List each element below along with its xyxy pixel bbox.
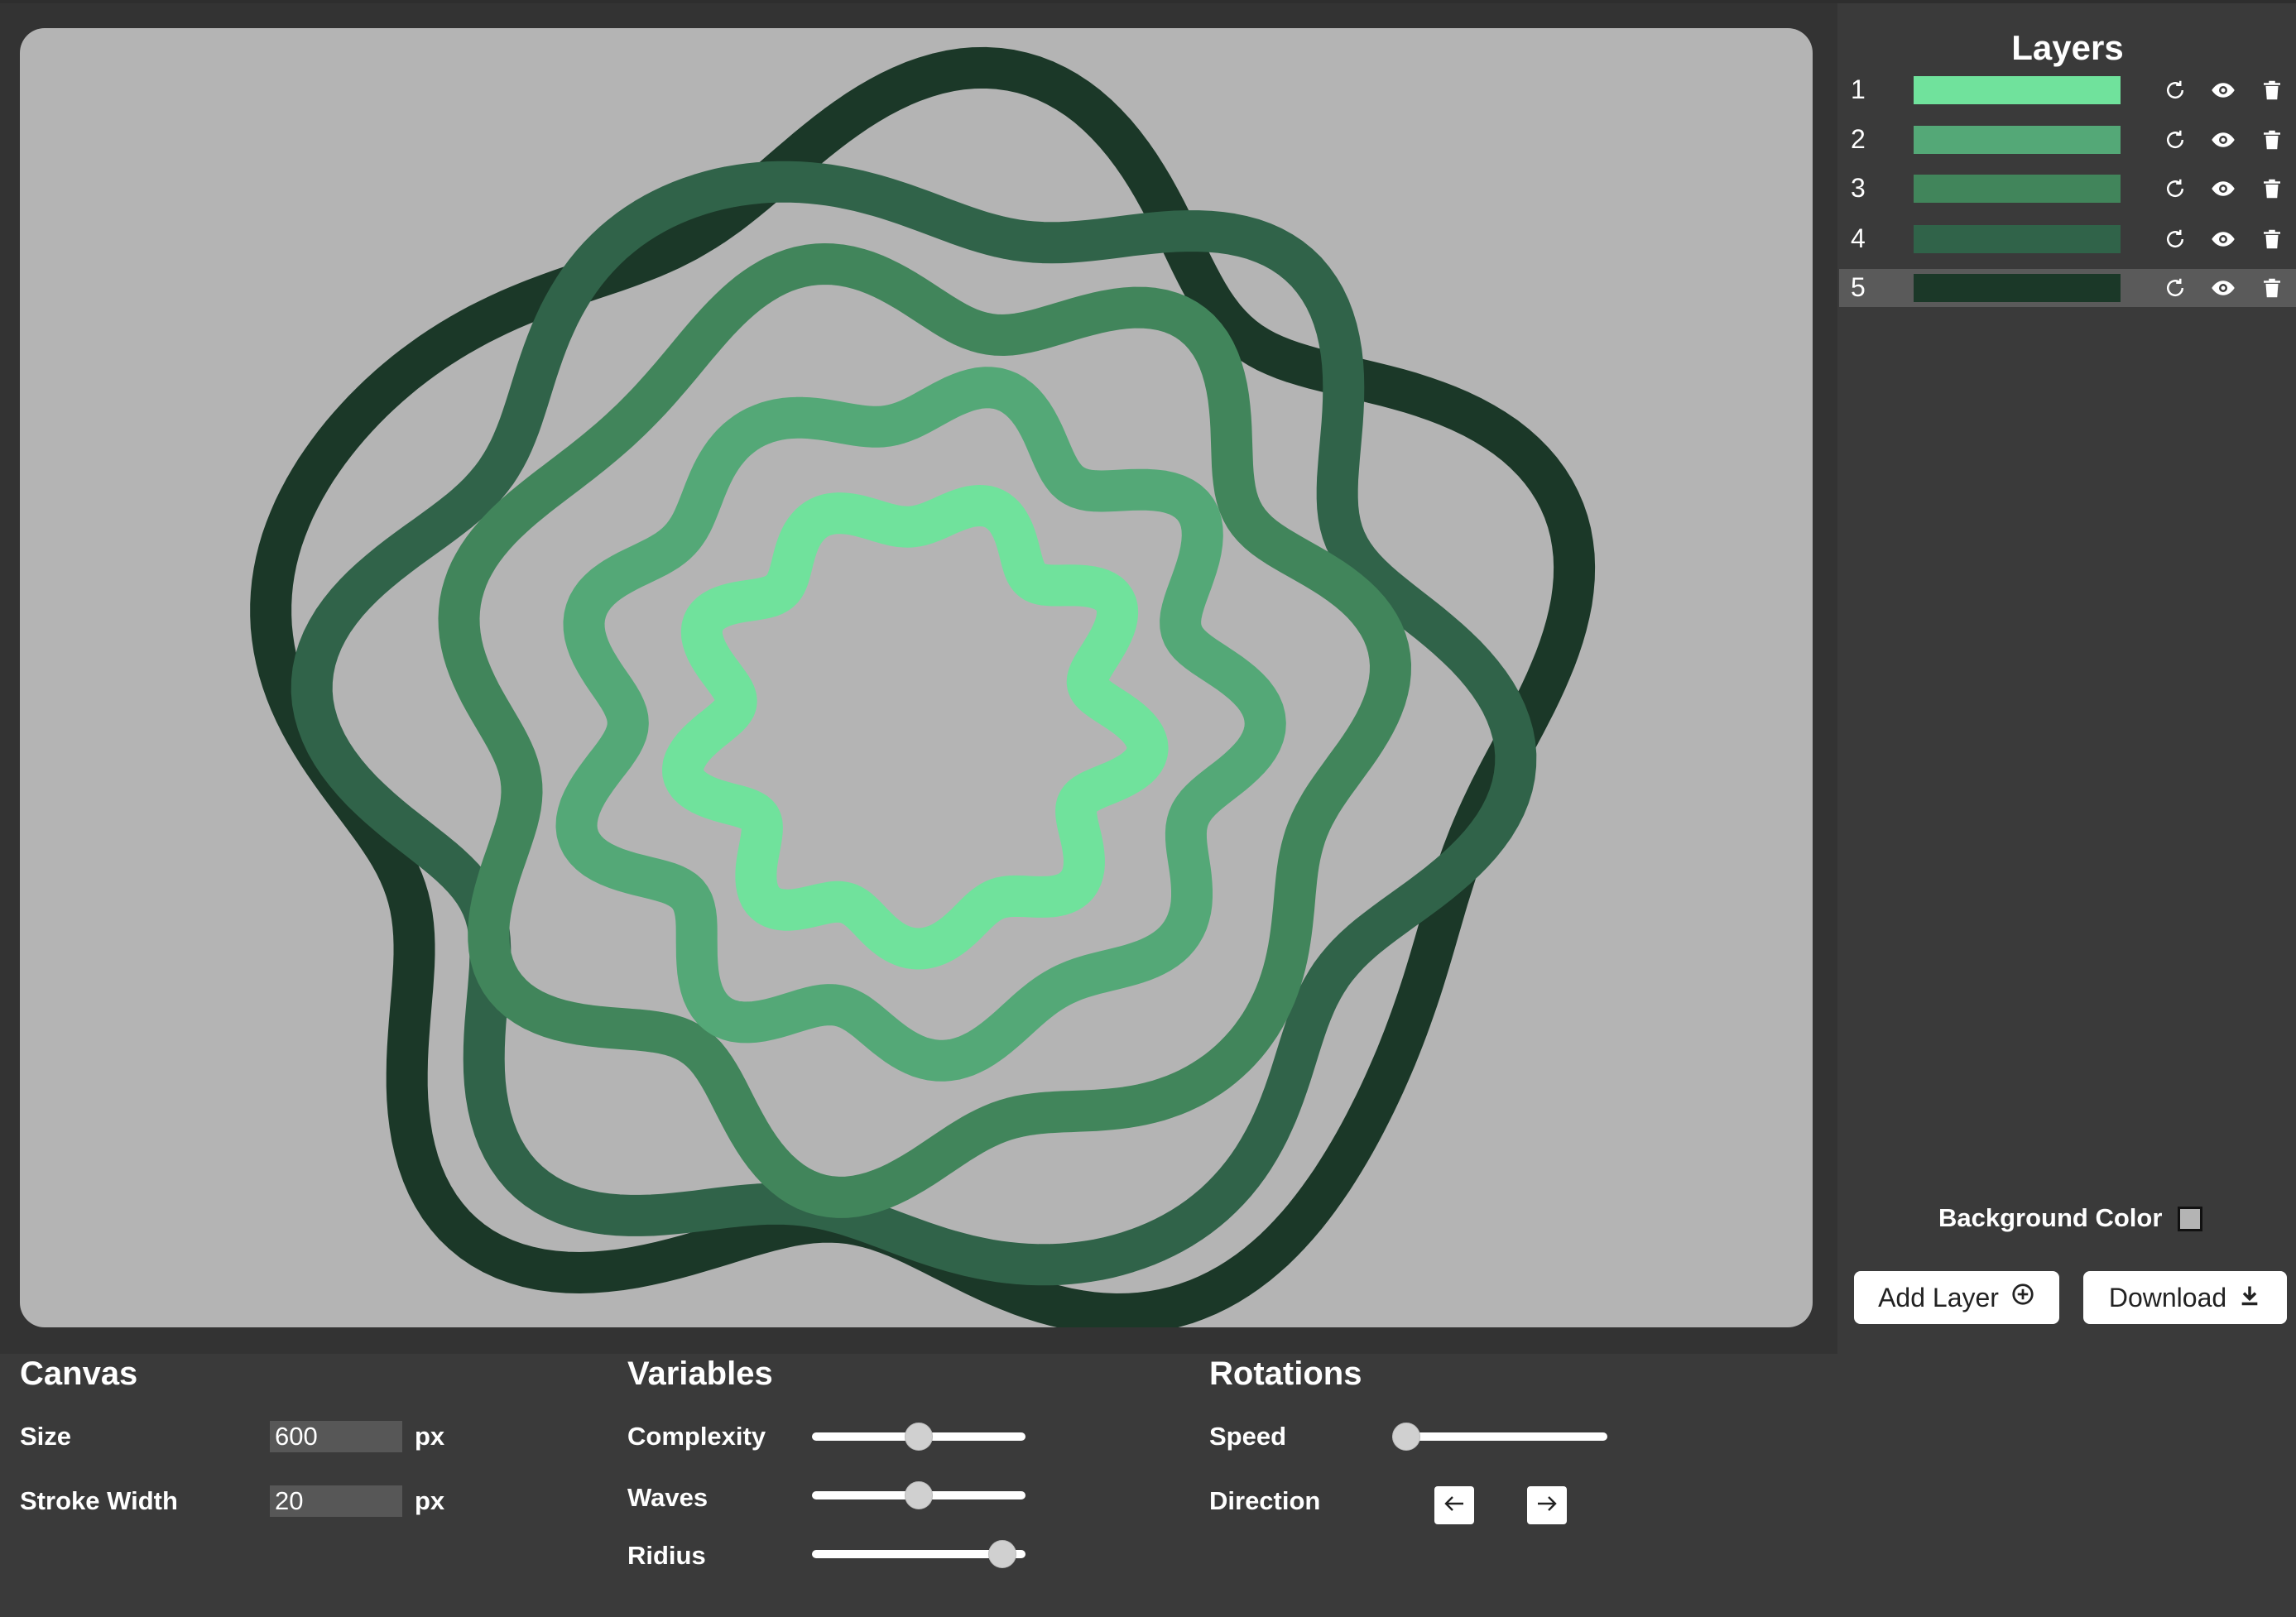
eye-icon[interactable] — [2211, 276, 2236, 300]
layer-row[interactable]: 2 — [1839, 121, 2296, 159]
trash-icon[interactable] — [2260, 127, 2284, 152]
complexity-label: Complexity — [627, 1422, 766, 1451]
stroke-width-label: Stroke Width — [20, 1486, 178, 1515]
layer-color-swatch[interactable] — [1914, 76, 2121, 104]
layer-color-swatch[interactable] — [1914, 175, 2121, 203]
slider-thumb[interactable] — [905, 1423, 933, 1451]
layer-color-swatch[interactable] — [1914, 274, 2121, 302]
variables-section-title: Variables — [627, 1355, 773, 1392]
rotate-left-button[interactable] — [1434, 1486, 1474, 1524]
slider-thumb[interactable] — [905, 1481, 933, 1509]
blob-artwork — [250, 46, 1596, 1327]
layer-number: 3 — [1851, 173, 1866, 203]
layers-sidebar: Layers 12345 Background Color Add Layer … — [1839, 3, 2296, 1354]
speed-slider[interactable] — [1392, 1423, 1607, 1451]
rotate-icon[interactable] — [2163, 227, 2188, 252]
eye-icon[interactable] — [2211, 227, 2236, 252]
arrow-right-icon — [1536, 1495, 1558, 1517]
drawing-canvas[interactable] — [20, 28, 1813, 1327]
trash-icon[interactable] — [2260, 78, 2284, 103]
radius-label: Ridius — [627, 1541, 706, 1570]
trash-icon[interactable] — [2260, 176, 2284, 201]
add-layer-label: Add Layer — [1878, 1282, 1999, 1312]
speed-label: Speed — [1209, 1422, 1287, 1451]
slider-thumb[interactable] — [1392, 1423, 1420, 1451]
layer-number: 4 — [1851, 223, 1866, 253]
layer-number: 2 — [1851, 124, 1866, 154]
add-layer-button[interactable]: Add Layer — [1854, 1271, 2059, 1324]
slider-track — [1392, 1432, 1607, 1441]
eye-icon[interactable] — [2211, 127, 2236, 152]
arrow-left-icon — [1443, 1495, 1465, 1517]
download-button[interactable]: Download — [2083, 1271, 2287, 1324]
slider-thumb[interactable] — [987, 1540, 1016, 1568]
download-label: Download — [2108, 1282, 2227, 1312]
waves-label: Waves — [627, 1483, 708, 1512]
rotate-right-button[interactable] — [1527, 1486, 1567, 1524]
layer-number: 1 — [1851, 74, 1866, 104]
rotate-icon[interactable] — [2163, 276, 2188, 300]
rotate-icon[interactable] — [2163, 176, 2188, 201]
layer-color-swatch[interactable] — [1914, 126, 2121, 154]
trash-icon[interactable] — [2260, 227, 2284, 252]
download-icon — [2238, 1283, 2261, 1313]
blob-ring-layer-1 — [662, 485, 1169, 970]
layers-title: Layers — [2011, 28, 2124, 67]
size-label: Size — [20, 1422, 72, 1451]
background-color-label: Background Color — [1938, 1203, 2163, 1232]
layer-color-swatch[interactable] — [1914, 225, 2121, 253]
plus-circle-icon — [2010, 1282, 2035, 1313]
rotate-icon[interactable] — [2163, 78, 2188, 103]
background-color-picker[interactable] — [2178, 1207, 2202, 1231]
size-input[interactable] — [270, 1421, 402, 1452]
radius-slider[interactable] — [812, 1540, 1026, 1568]
layer-row[interactable]: 4 — [1839, 220, 2296, 258]
waves-slider[interactable] — [812, 1481, 1026, 1509]
layer-number: 5 — [1851, 272, 1866, 302]
size-unit: px — [415, 1422, 445, 1451]
canvas-stage — [0, 3, 1837, 1354]
stroke-width-unit: px — [415, 1486, 445, 1515]
canvas-section-title: Canvas — [20, 1355, 138, 1392]
direction-label: Direction — [1209, 1486, 1321, 1515]
complexity-slider[interactable] — [812, 1423, 1026, 1451]
layer-row[interactable]: 5 — [1839, 269, 2296, 307]
eye-icon[interactable] — [2211, 176, 2236, 201]
layer-row[interactable]: 3 — [1839, 170, 2296, 208]
eye-icon[interactable] — [2211, 78, 2236, 103]
trash-icon[interactable] — [2260, 276, 2284, 300]
rotate-icon[interactable] — [2163, 127, 2188, 152]
stroke-width-input[interactable] — [270, 1485, 402, 1517]
rotations-section-title: Rotations — [1209, 1355, 1362, 1392]
layer-row[interactable]: 1 — [1839, 71, 2296, 109]
